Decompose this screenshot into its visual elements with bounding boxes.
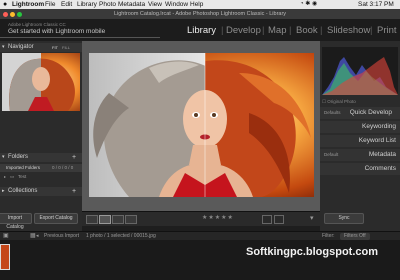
module-develop[interactable]: Develop <box>226 25 261 36</box>
rating-stars-icon[interactable]: ★★★★★ <box>202 214 234 221</box>
collapse-triangle-icon: ▸ <box>2 188 5 194</box>
rotate-left-icon[interactable] <box>262 215 272 224</box>
identity-line-2[interactable]: Get started with Lightroom mobile <box>8 28 105 35</box>
menu-photo[interactable]: Photo <box>99 0 116 9</box>
menu-metadata[interactable]: Metadata <box>118 0 145 9</box>
module-separator: | <box>370 25 373 36</box>
watermark-text: Softkingpc.blogspot.com <box>246 246 378 258</box>
window-title: Lightroom Catalog.lrcat - Adobe Photosho… <box>113 11 287 17</box>
comments-header[interactable]: Comments <box>320 163 400 175</box>
module-book[interactable]: Book <box>296 25 318 36</box>
filter-dropdown[interactable]: Filters Off <box>340 233 370 240</box>
module-library[interactable]: Library <box>187 25 216 36</box>
menu-view[interactable]: View <box>148 0 162 9</box>
navigator-preview[interactable] <box>2 53 80 111</box>
identity-progress-line <box>0 37 160 38</box>
menu-window[interactable]: Window <box>165 0 188 9</box>
identity-plate: Adobe Lightroom Classic CC Get started w… <box>0 19 400 42</box>
export-catalog-button[interactable]: Export Catalog <box>34 213 78 224</box>
original-photo-checkbox[interactable]: ☐ Original Photo <box>322 99 356 105</box>
identity-line-1: Adobe Lightroom Classic CC <box>8 22 66 27</box>
metadata-header[interactable]: Default Metadata <box>320 149 400 161</box>
survey-view-icon[interactable] <box>125 215 137 224</box>
minimize-window-button[interactable] <box>10 11 15 17</box>
library-toolbar: ★★★★★ ▾ <box>82 211 320 226</box>
close-window-button[interactable] <box>3 11 8 17</box>
histogram-graph-icon <box>322 57 398 95</box>
nav-zoom-fill[interactable]: FILL <box>62 43 70 52</box>
module-separator: | <box>320 25 323 36</box>
folder-icon: ▭ <box>10 174 15 179</box>
window-titlebar: Lightroom Catalog.lrcat - Adobe Photosho… <box>0 9 400 19</box>
rotate-right-icon[interactable] <box>274 215 284 224</box>
quick-develop-header[interactable]: Defaults Quick Develop <box>320 107 400 119</box>
module-separator: | <box>221 25 224 36</box>
mac-menubar: ● Lightroom File Edit Library Photo Meta… <box>0 0 400 9</box>
metadata-preset-dropdown[interactable]: Default <box>324 149 338 161</box>
keyword-list-header[interactable]: Keyword List <box>320 135 400 147</box>
zoom-window-button[interactable] <box>17 11 22 17</box>
menu-file[interactable]: File <box>45 0 55 9</box>
sync-metadata-button[interactable]: Sync <box>324 213 364 224</box>
menu-edit[interactable]: Edit <box>61 0 72 9</box>
folder-arrow-icon: ▸ <box>4 174 7 179</box>
filmstrip-thumbnail[interactable] <box>0 244 10 270</box>
menu-library[interactable]: Library <box>77 0 97 9</box>
compare-view-icon[interactable] <box>112 215 124 224</box>
menu-help[interactable]: Help <box>190 0 203 9</box>
histogram <box>322 47 398 95</box>
nav-zoom-fit[interactable]: FIT <box>52 43 58 52</box>
collections-header[interactable]: ▸ Collections + <box>0 187 82 196</box>
folders-header[interactable]: ▾ Folders + <box>0 153 82 162</box>
add-collection-icon[interactable]: + <box>72 187 76 196</box>
keywording-header[interactable]: Keywording <box>320 121 400 133</box>
add-folder-icon[interactable]: + <box>72 153 76 162</box>
right-panel: ☐ Original Photo Defaults Quick Develop … <box>320 41 400 231</box>
import-catalog-button[interactable]: Import Catalog <box>0 213 32 230</box>
navigator-photo-icon <box>2 53 80 111</box>
collapse-triangle-icon: ▾ <box>2 154 5 160</box>
left-panel: ▾ Navigator FIT FILL ▾ Folders + Importe… <box>0 41 82 231</box>
collapse-triangle-icon: ▾ <box>2 44 5 50</box>
module-separator: | <box>262 25 265 36</box>
navigator-header[interactable]: ▾ Navigator FIT FILL <box>0 43 82 52</box>
apple-icon[interactable]: ● <box>3 0 7 9</box>
toolbar-menu-icon[interactable]: ▾ <box>310 214 314 222</box>
main-photo[interactable] <box>89 53 314 197</box>
module-slideshow[interactable]: Slideshow <box>327 25 370 36</box>
folder-row-test[interactable]: ▸ ▭ Test <box>0 173 82 181</box>
module-print[interactable]: Print <box>377 25 397 36</box>
loupe-view-icon[interactable] <box>99 215 111 224</box>
saved-preset-dropdown[interactable]: Defaults <box>324 107 341 119</box>
menubar-clock: Sat 3:17 PM <box>358 1 394 8</box>
portrait-photo-icon <box>89 53 314 197</box>
menu-app-name[interactable]: Lightroom <box>12 0 44 9</box>
grid-view-icon[interactable] <box>86 215 98 224</box>
imported-folders-row[interactable]: Imported Folders 0 / 0 / 0 / 0 <box>0 164 82 172</box>
module-map[interactable]: Map <box>268 25 286 36</box>
module-separator: | <box>289 25 292 36</box>
status-icons[interactable]: ◔ ✱ ◉ <box>300 0 317 9</box>
